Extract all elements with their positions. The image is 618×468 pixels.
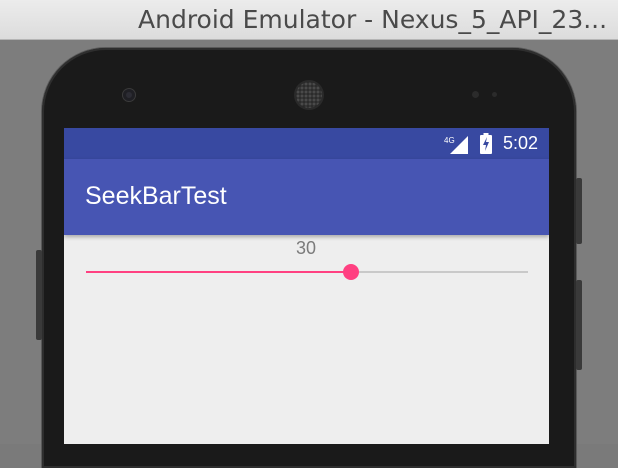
window-title: Android Emulator - Nexus_5_API_23... xyxy=(138,5,608,34)
status-time: 5:02 xyxy=(502,133,538,153)
side-button[interactable] xyxy=(576,280,582,370)
earpiece-speaker xyxy=(296,82,322,108)
seekbar-track[interactable] xyxy=(86,271,528,273)
signal-icon: 4G xyxy=(444,136,468,154)
device-screen[interactable]: 4G 5:02 SeekBarTest 30 xyxy=(64,128,549,444)
volume-button[interactable] xyxy=(576,178,582,244)
status-bar: 4G 5:02 xyxy=(64,128,549,159)
power-button[interactable] xyxy=(36,250,42,340)
proximity-sensor xyxy=(472,91,479,98)
network-type-label: 4G xyxy=(444,136,455,145)
app-title: SeekBarTest xyxy=(85,182,227,210)
front-camera xyxy=(123,89,135,101)
seekbar-progress-fill xyxy=(86,271,351,273)
battery-icon xyxy=(480,133,492,154)
app-bar: SeekBarTest xyxy=(64,159,549,235)
seekbar-thumb[interactable] xyxy=(343,264,359,280)
seekbar-value-label: 30 xyxy=(296,238,317,258)
light-sensor xyxy=(492,92,497,97)
window-title-bar[interactable]: Android Emulator - Nexus_5_API_23... xyxy=(0,0,618,40)
